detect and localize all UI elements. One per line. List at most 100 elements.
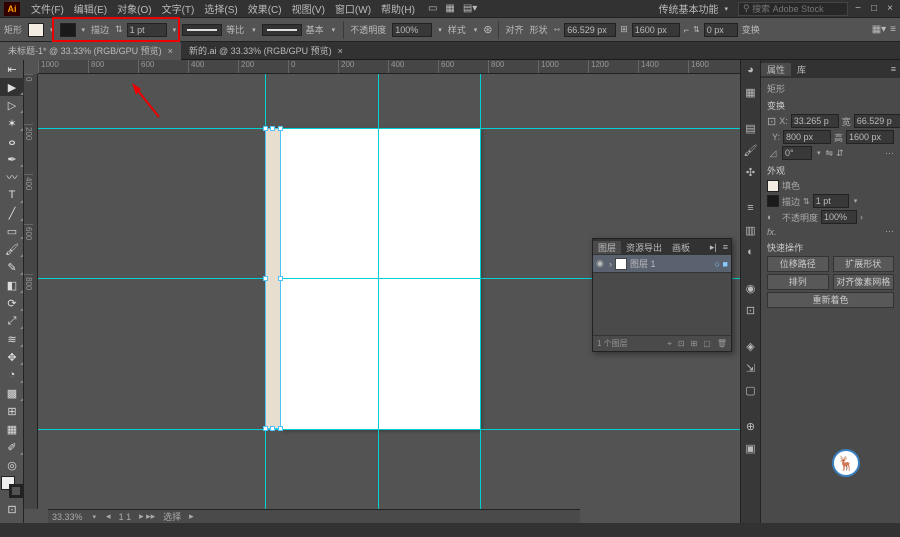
fx-button[interactable]: fx. xyxy=(767,227,777,237)
ruler-vertical[interactable]: 0200400600800 xyxy=(24,74,38,509)
gradient-panel-icon[interactable]: ▥ xyxy=(743,224,759,240)
visibility-icon[interactable]: ◉ xyxy=(596,258,606,269)
flip-v-icon[interactable]: ⇵ xyxy=(836,148,844,159)
menu-object[interactable]: 对象(O) xyxy=(112,1,156,16)
arrange-button[interactable]: 排列 xyxy=(767,274,829,290)
brush-def[interactable] xyxy=(262,24,302,36)
align-pixel-button[interactable]: 对齐像素网格 xyxy=(833,274,895,290)
width-tool[interactable]: ≋ xyxy=(0,330,24,348)
eyedropper-tool[interactable]: ✐ xyxy=(0,438,24,456)
more-options-icon[interactable]: ⋯ xyxy=(885,148,894,159)
y-input[interactable] xyxy=(783,130,831,144)
new-layer-icon[interactable]: ▢ xyxy=(703,339,711,348)
stroke-weight-input[interactable] xyxy=(127,23,167,37)
stroke-swatch[interactable] xyxy=(60,23,76,37)
tab-close-icon[interactable]: × xyxy=(338,46,343,56)
x-input[interactable] xyxy=(791,114,839,128)
expand-shape-button[interactable]: 扩展形状 xyxy=(833,256,895,272)
panel-menu-icon[interactable]: ≡ xyxy=(887,64,900,74)
type-tool[interactable]: T xyxy=(0,186,24,204)
paintbrush-tool[interactable]: 🖌 xyxy=(0,240,24,258)
tab-layers[interactable]: 图层 xyxy=(593,241,621,254)
menu-window[interactable]: 窗口(W) xyxy=(330,1,376,16)
collapse-icon[interactable]: ⇤ xyxy=(0,60,24,78)
free-transform-tool[interactable]: ✥ xyxy=(0,348,24,366)
fx-icon[interactable]: ⊛ xyxy=(483,23,492,36)
shape-height-input[interactable] xyxy=(632,23,680,37)
eraser-tool[interactable]: ◧ xyxy=(0,276,24,294)
layers-icon[interactable]: ◈ xyxy=(743,340,759,356)
minimize-icon[interactable]: − xyxy=(852,3,864,15)
menu-select[interactable]: 选择(S) xyxy=(199,1,242,16)
prop-opacity-input[interactable] xyxy=(821,210,857,224)
perspective-tool[interactable]: ▩ xyxy=(0,384,24,402)
scale-tool[interactable]: ⤢ xyxy=(0,312,24,330)
prop-fill-swatch[interactable] xyxy=(767,180,779,192)
transform-label[interactable]: 变换 xyxy=(742,23,760,36)
fill-dropdown[interactable]: ▾ xyxy=(48,26,56,34)
rectangle-tool[interactable]: ▭ xyxy=(0,222,24,240)
asset-export-icon[interactable]: ⇲ xyxy=(743,362,759,378)
fill-stroke-swatches[interactable] xyxy=(1,476,23,498)
h-input[interactable] xyxy=(846,130,894,144)
arrange2-icon[interactable]: ▤▾ xyxy=(463,3,477,14)
menu-edit[interactable]: 编辑(E) xyxy=(69,1,112,16)
menu-file[interactable]: 文件(F) xyxy=(26,1,69,16)
menu-effect[interactable]: 效果(C) xyxy=(243,1,287,16)
clip-icon[interactable]: ⊡ xyxy=(678,339,685,348)
guide-h[interactable] xyxy=(38,429,740,430)
corner-input[interactable] xyxy=(704,23,738,37)
magic-wand-tool[interactable]: ✶ xyxy=(0,114,24,132)
layer-name[interactable]: 图层 1 xyxy=(630,257,656,270)
panel-menu-icon[interactable]: ≡ xyxy=(720,242,731,252)
delete-icon[interactable]: 🗑 xyxy=(717,339,727,348)
new-sublayer-icon[interactable]: ⊞ xyxy=(691,339,698,348)
opacity-input[interactable] xyxy=(392,23,432,37)
swatches-icon[interactable]: ▤ xyxy=(743,122,759,138)
guide-v[interactable] xyxy=(480,74,481,509)
actions-icon[interactable]: ▣ xyxy=(743,442,759,458)
locate-icon[interactable]: ⌖ xyxy=(667,339,672,349)
tab-properties[interactable]: 属性 xyxy=(761,63,791,76)
close-icon[interactable]: × xyxy=(884,3,896,15)
cb-menu-icon[interactable]: ≡ xyxy=(890,24,896,35)
line-tool[interactable]: ╱ xyxy=(0,204,24,222)
artboard-nav[interactable]: 1 1 xyxy=(119,512,132,522)
shape-width-input[interactable] xyxy=(564,23,616,37)
prop-stroke-swatch[interactable] xyxy=(767,195,779,207)
screen-mode-icon[interactable]: ⊡ xyxy=(0,500,24,518)
tab-asset-export[interactable]: 资源导出 xyxy=(621,241,667,254)
maximize-icon[interactable]: □ xyxy=(868,3,880,15)
bridge-icon[interactable]: ▭ xyxy=(428,3,437,14)
direct-selection-tool[interactable]: ▷ xyxy=(0,96,24,114)
links-icon[interactable]: ⊕ xyxy=(743,420,759,436)
recolor-button[interactable]: 重新着色 xyxy=(767,292,894,308)
shaper-tool[interactable]: ✎ xyxy=(0,258,24,276)
shape-builder-tool[interactable]: ◔ xyxy=(0,366,24,384)
stroke-panel-icon[interactable]: ≡ xyxy=(743,202,759,218)
tab-libraries[interactable]: 库 xyxy=(791,63,812,76)
layers-panel[interactable]: 图层 资源导出 画板 ▸| ≡ ◉ › 图层 1 ○ ■ 1 个图层 ⌖ ⊡ ⊞… xyxy=(592,238,732,352)
stroke-profile[interactable] xyxy=(182,24,222,36)
guide-v[interactable] xyxy=(378,74,379,509)
stroke-dropdown[interactable]: ▾ xyxy=(80,26,88,34)
ref-point-icon[interactable]: ⊡ xyxy=(767,115,776,128)
menu-view[interactable]: 视图(V) xyxy=(287,1,330,16)
pen-tool[interactable]: ✒ xyxy=(0,150,24,168)
more-options-icon[interactable]: ⋯ xyxy=(885,226,894,237)
guide-h[interactable] xyxy=(38,128,740,129)
selected-rectangle-object[interactable] xyxy=(265,128,281,429)
menu-type[interactable]: 文字(T) xyxy=(157,1,200,16)
artboards-icon[interactable]: ▢ xyxy=(743,384,759,400)
panel-toggle-icon[interactable]: ▦▾ xyxy=(872,24,886,35)
appearance-icon[interactable]: ◉ xyxy=(743,282,759,298)
panel-collapse-icon[interactable]: ▸| xyxy=(707,242,720,253)
color-guide-icon[interactable]: ▦ xyxy=(743,86,759,102)
workspace-dropdown[interactable]: 传统基本功能▾ xyxy=(654,1,734,16)
doc-tab-other[interactable]: 新的.ai @ 33.33% (RGB/GPU 预览)× xyxy=(181,42,351,60)
layer-thumbnail[interactable] xyxy=(615,258,627,270)
w-input[interactable] xyxy=(854,114,900,128)
doc-tab-active[interactable]: 未标题-1* @ 33.33% (RGB/GPU 预览)× xyxy=(0,42,181,60)
selection-tool[interactable]: ▶ xyxy=(0,78,24,96)
symbols-icon[interactable]: ✣ xyxy=(743,166,759,182)
